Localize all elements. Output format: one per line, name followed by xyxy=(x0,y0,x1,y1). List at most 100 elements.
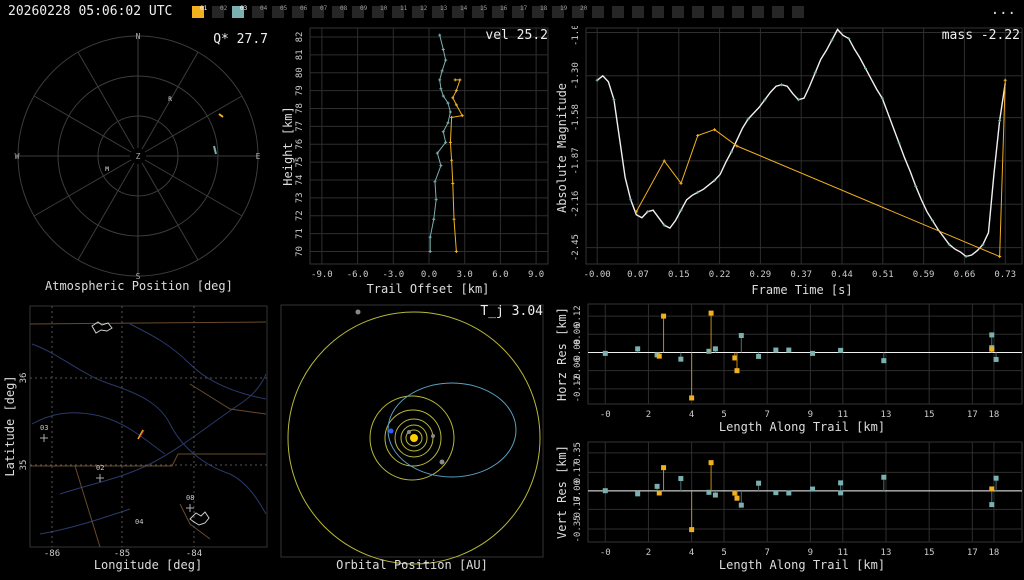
station-label: 09 xyxy=(360,5,368,12)
height-ylabel: Height [km] xyxy=(281,106,295,185)
station-toggle-slot-30[interactable] xyxy=(772,6,784,18)
sky-spoke xyxy=(33,95,132,153)
station-toggle-slot-29[interactable] xyxy=(752,6,764,18)
station-label: 15 xyxy=(480,5,488,12)
horz-res-point-cyan xyxy=(989,332,995,338)
planet-marker-outer xyxy=(355,309,361,315)
menu-button[interactable]: ... xyxy=(991,2,1016,18)
station-label: 12 xyxy=(420,5,428,12)
sky-spoke xyxy=(144,159,243,217)
vert-res-xtick: 11 xyxy=(837,548,848,558)
horz-res-point-yellow xyxy=(734,368,740,374)
station-toggle-slot-28[interactable] xyxy=(732,6,744,18)
station-toggle-04[interactable]: 04 xyxy=(252,5,268,18)
station-toggle-09[interactable]: 09 xyxy=(352,5,368,18)
vert-res-plot: -0 2 4 5 7 9 11 13 15 17 18 0.350.170.00-0.17-0.35… xyxy=(555,441,1023,572)
station-toggle-19[interactable]: 19 xyxy=(552,5,567,18)
station-toggle-01[interactable]: 01 xyxy=(192,5,207,18)
map-ytick-0: 36 xyxy=(19,373,29,384)
vert-res-xtick: 17 xyxy=(967,548,978,558)
station-toggle-06[interactable]: 06 xyxy=(292,5,307,18)
station-toggle-15[interactable]: 15 xyxy=(472,5,488,18)
height-ytick: 76 xyxy=(295,139,305,150)
station-toggle-16[interactable]: 16 xyxy=(492,5,507,18)
vert-res-ytick: 0.35 xyxy=(573,442,583,464)
horz-res-point-yellow xyxy=(689,395,695,401)
vert-res-point-cyan xyxy=(838,490,844,496)
top-bar: 20260228 05:06:02 UTC 01 02 03 04 05 06 07 08 09… xyxy=(0,0,1024,24)
horz-res-ytick: -0.12 xyxy=(573,375,583,402)
orbit-plot: Orbital Position [AU] xyxy=(280,304,544,572)
lightcurve-panel: -0.00 0.07 0.15 0.22 0.29 0.37 0.44 0.51 0.59 0.6… xyxy=(552,19,1024,300)
east-label: E xyxy=(256,152,261,161)
horz-res-point-cyan xyxy=(993,356,999,362)
height-point xyxy=(444,58,448,62)
station-toggle-11[interactable]: 11 xyxy=(392,5,407,18)
height-ytick: 82 xyxy=(295,32,305,43)
vert-res-point-cyan xyxy=(786,490,792,496)
map-ylabel: Latitude [deg] xyxy=(3,375,17,476)
lightcurve-xtick: 0.51 xyxy=(872,270,894,280)
lightcurve-ytick: -2.16 xyxy=(571,191,581,218)
station-label: 08 xyxy=(340,5,348,12)
sky-spoke xyxy=(141,162,199,261)
station-toggle-10[interactable]: 10 xyxy=(372,5,387,18)
horz-res-point-cyan xyxy=(838,347,844,353)
station-toggle-slot-21[interactable] xyxy=(592,6,604,18)
height-point xyxy=(454,249,458,253)
map-station-08: 08 xyxy=(186,494,194,502)
vert-res-xtick: 13 xyxy=(881,548,892,558)
station-toggle-02[interactable]: 02 xyxy=(212,5,227,18)
station-toggle-08[interactable]: 08 xyxy=(332,5,348,18)
horz-res-point-cyan xyxy=(678,356,684,362)
horz-res-point-cyan xyxy=(773,347,779,353)
station-toggle-12[interactable]: 12 xyxy=(412,5,428,18)
station-label: 04 xyxy=(260,5,268,12)
vert-res-point-cyan xyxy=(810,486,816,492)
lightcurve-xtick: 0.29 xyxy=(750,270,772,280)
vert-res-xtick: 5 xyxy=(721,548,726,558)
station-toggle-07[interactable]: 07 xyxy=(312,5,328,18)
height-ytick: 77 xyxy=(295,121,305,132)
station-toggle-20[interactable]: 20 xyxy=(572,5,588,18)
horz-res-point-cyan xyxy=(786,347,792,353)
height-point xyxy=(450,158,454,162)
height-point xyxy=(448,110,452,114)
station-label: 20 xyxy=(580,5,588,12)
height-point xyxy=(458,78,462,82)
vert-res-xtick: 4 xyxy=(689,548,694,558)
sky-spoke xyxy=(33,159,132,217)
station-toggle-slot-23[interactable] xyxy=(632,6,644,18)
lightcurve-ylabel: Absolute Magnitude xyxy=(555,83,569,213)
station-toggle-slot-31[interactable] xyxy=(792,6,804,18)
height-point xyxy=(450,115,454,119)
vert-res-point-cyan xyxy=(712,492,718,498)
velocity-value: vel 25.2 xyxy=(485,28,548,43)
station-toggle-18[interactable]: 18 xyxy=(532,5,547,18)
height-ytick: 79 xyxy=(295,85,305,96)
horz-res-xlabel: Length Along Trail [km] xyxy=(719,420,885,434)
station-toggle-03[interactable]: 03 xyxy=(232,5,247,18)
vert-res-xtick: -0 xyxy=(600,548,611,558)
map-xtick-0: -86 xyxy=(44,549,60,559)
lightcurve-xtick: 0.73 xyxy=(994,270,1016,280)
height-ytick: 81 xyxy=(295,49,305,60)
horz-res-point-cyan xyxy=(712,346,718,352)
station-label: 13 xyxy=(440,5,448,12)
lightcurve-xtick: 0.66 xyxy=(954,270,976,280)
station-label: 07 xyxy=(320,5,328,12)
station-mark-r: R xyxy=(168,96,172,103)
vert-res-ytick: -0.35 xyxy=(573,515,583,542)
lightcurve-ytick: -2.45 xyxy=(571,234,581,261)
station-toggle-13[interactable]: 13 xyxy=(432,5,448,18)
station-toggle-slot-26[interactable] xyxy=(692,6,704,18)
station-toggle-slot-25[interactable] xyxy=(672,6,684,18)
station-toggle-05[interactable]: 05 xyxy=(272,5,287,18)
station-toggle-slot-27[interactable] xyxy=(712,6,724,18)
zenith-label: Z xyxy=(136,152,141,161)
station-toggle-17[interactable]: 17 xyxy=(512,5,527,18)
vert-res-point-yellow xyxy=(656,490,662,496)
station-toggle-14[interactable]: 14 xyxy=(452,5,467,18)
station-toggle-slot-24[interactable] xyxy=(652,6,664,18)
station-toggle-slot-22[interactable] xyxy=(612,6,624,18)
